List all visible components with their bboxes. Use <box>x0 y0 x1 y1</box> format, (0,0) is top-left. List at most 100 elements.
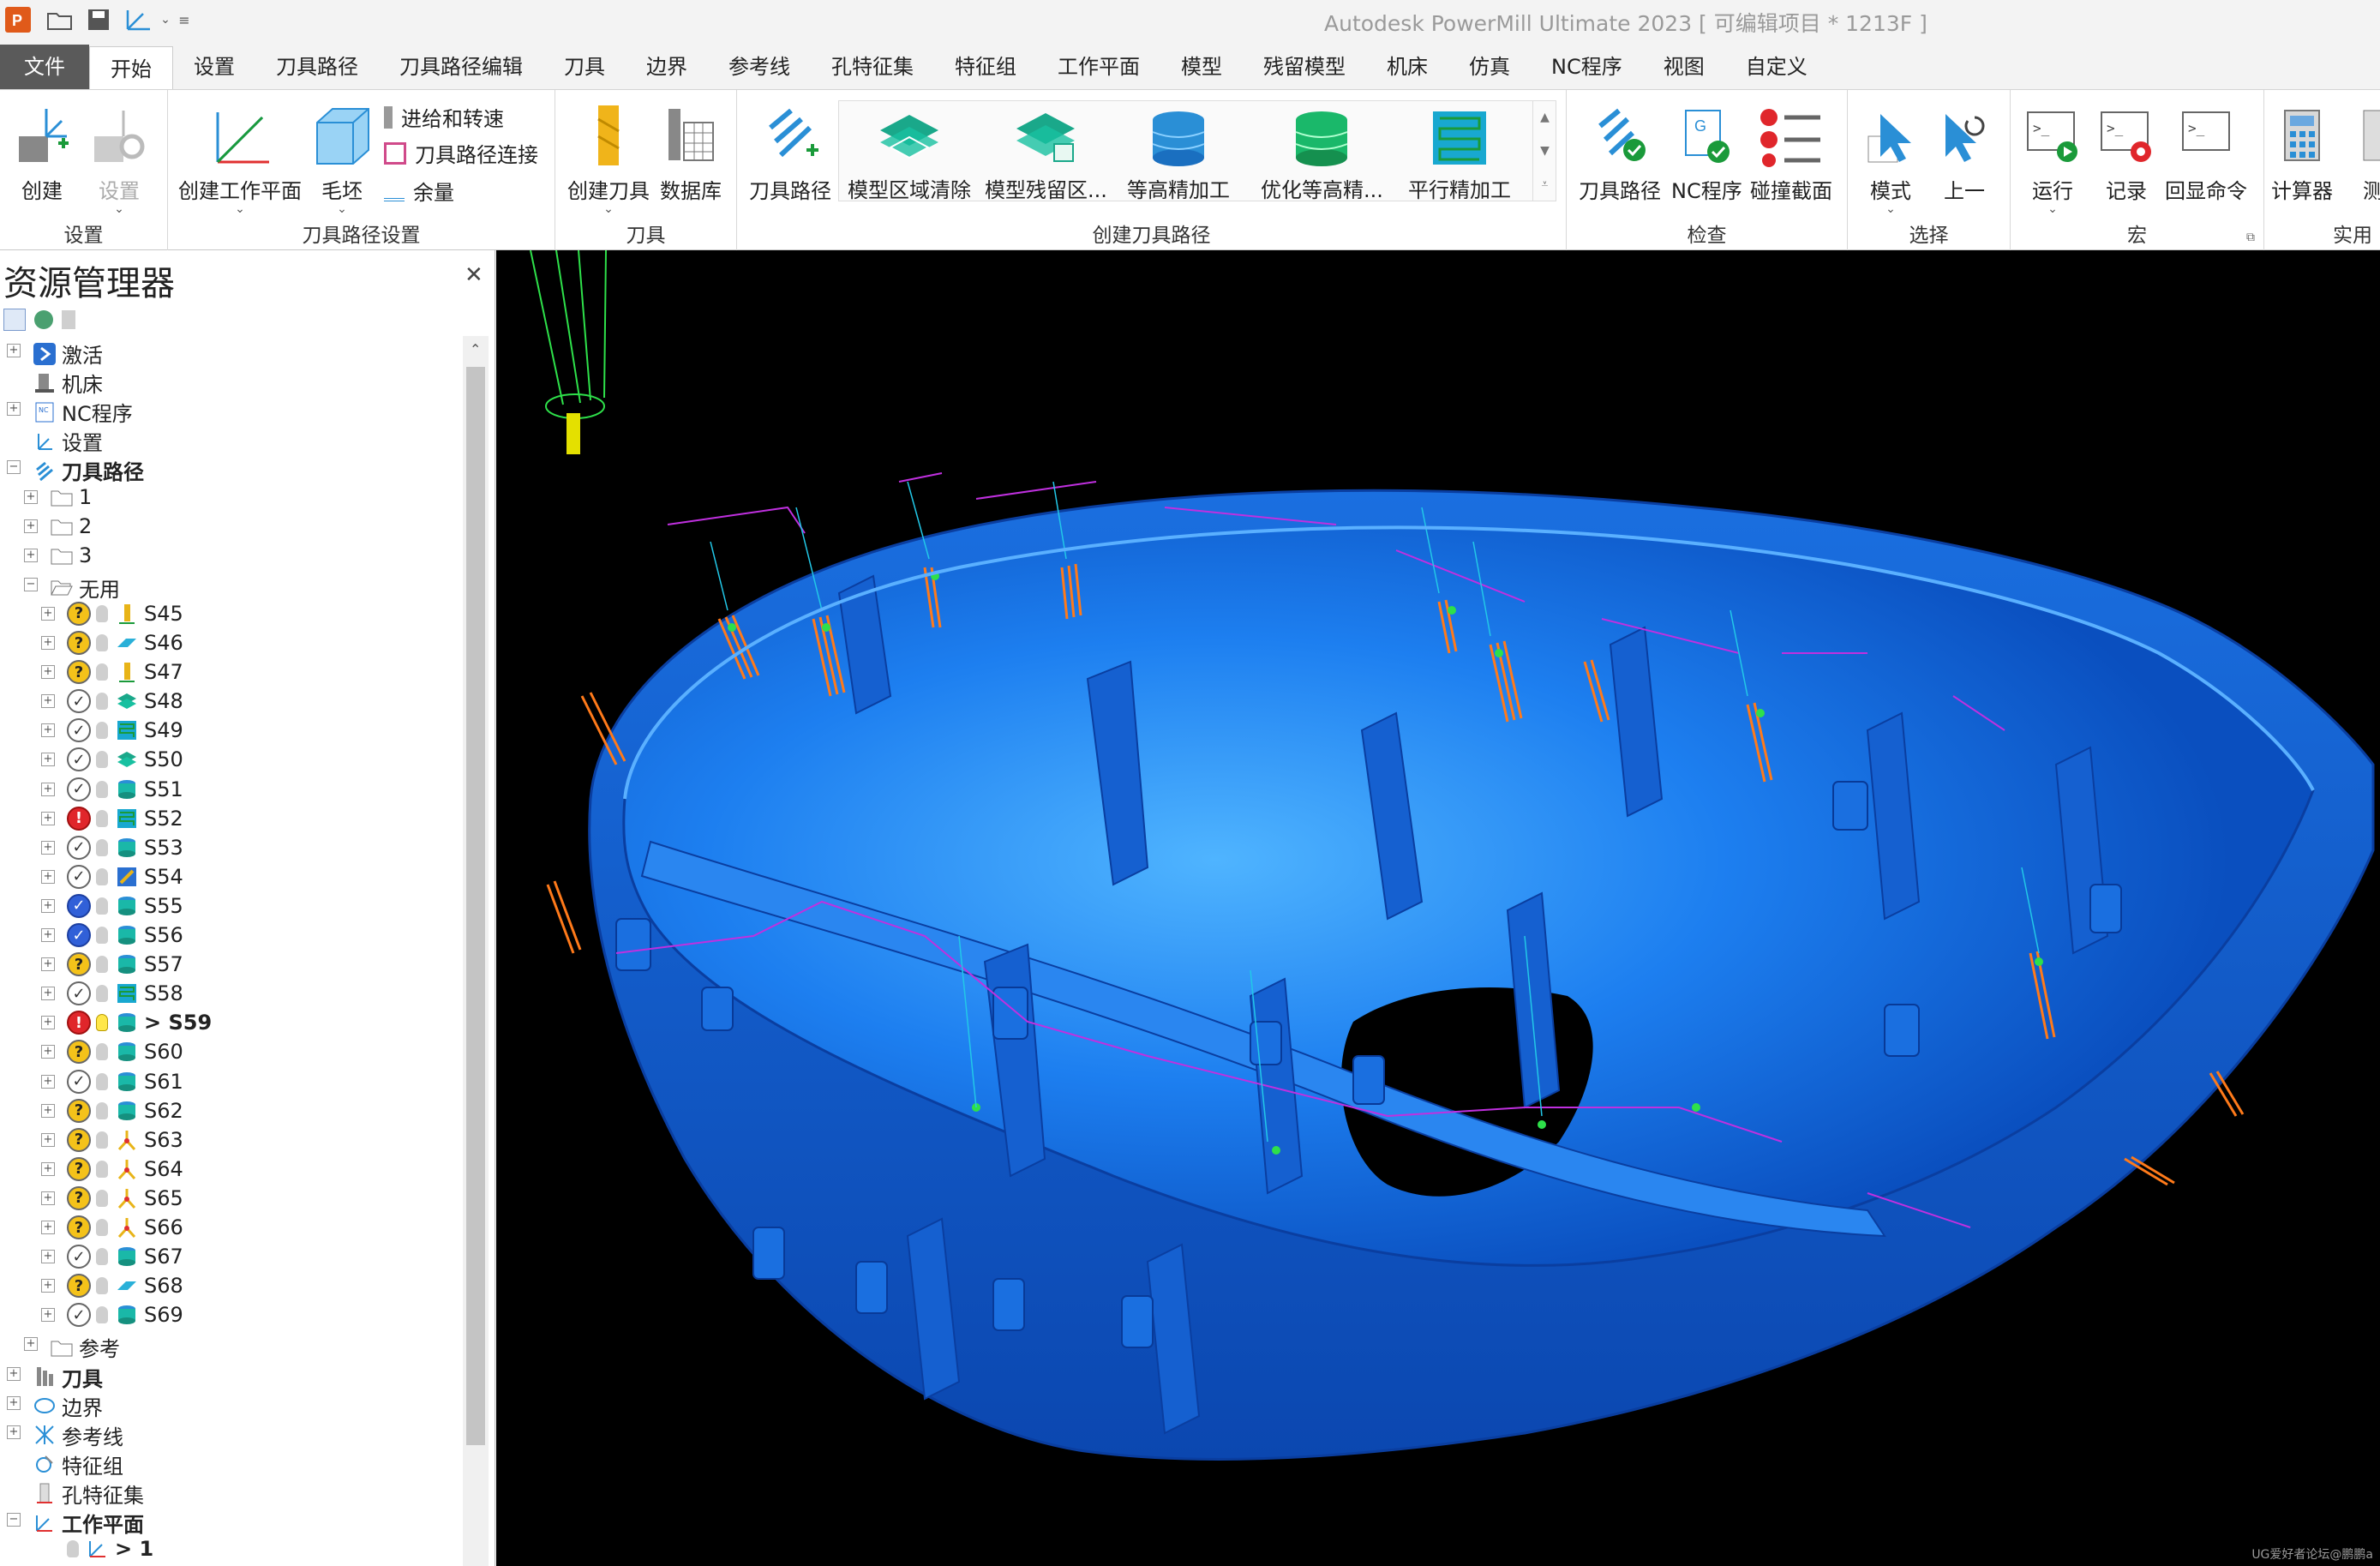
verify-nc-button[interactable]: G NC程序 <box>1671 99 1742 204</box>
tab-tool[interactable]: 刀具 <box>543 45 626 89</box>
expand-icon[interactable]: + <box>41 753 55 767</box>
gallery-more-icon[interactable]: ⩡ <box>1542 177 1549 191</box>
lightbulb-icon[interactable] <box>96 927 108 944</box>
tab-home[interactable]: 开始 <box>89 46 173 89</box>
expand-icon[interactable]: + <box>41 957 55 972</box>
lightbulb-icon[interactable] <box>96 956 108 974</box>
expand-icon[interactable]: + <box>41 1161 55 1176</box>
expand-icon[interactable]: + <box>41 665 55 680</box>
create-button[interactable]: 创建 <box>12 99 72 204</box>
expand-icon[interactable]: + <box>41 840 55 855</box>
create-tool-button[interactable]: 创建刀具 ⌄ <box>567 99 650 216</box>
lightbulb-icon[interactable] <box>96 693 108 711</box>
lightbulb-icon[interactable] <box>96 1219 108 1236</box>
lightbulb-icon[interactable] <box>96 897 108 915</box>
optimized-constant-z-button[interactable]: 优化等高精... <box>1261 105 1383 203</box>
expand-icon[interactable]: + <box>41 606 55 621</box>
tab-workplane[interactable]: 工作平面 <box>1037 45 1160 89</box>
expand-icon[interactable]: + <box>7 402 21 417</box>
tab-feature-group[interactable]: 特征组 <box>934 45 1037 89</box>
thickness-button[interactable]: 余量 <box>384 176 454 206</box>
lightbulb-icon[interactable] <box>96 1189 108 1207</box>
select-mode-button[interactable]: 模式 ⌄ <box>1863 99 1918 216</box>
expand-icon[interactable]: + <box>41 1221 55 1234</box>
lightbulb-icon[interactable] <box>96 751 108 769</box>
lightbulb-icon[interactable] <box>96 722 108 740</box>
expand-icon[interactable]: + <box>41 1103 55 1118</box>
tab-machine[interactable]: 机床 <box>1366 45 1448 89</box>
trash-icon[interactable] <box>62 310 75 329</box>
tab-simulation[interactable]: 仿真 <box>1448 45 1531 89</box>
calculator-button[interactable]: 计算器 <box>2271 99 2333 204</box>
expand-icon[interactable]: + <box>41 1279 55 1293</box>
part-model-render[interactable] <box>496 250 2380 1566</box>
model-rest-clearance-button[interactable]: 模型残留区... <box>985 105 1107 203</box>
echo-command-button[interactable]: >_ 回显命令 <box>2165 99 2247 204</box>
tab-hole-feature[interactable]: 孔特征集 <box>811 45 934 89</box>
expand-icon[interactable]: + <box>41 1045 55 1059</box>
lightbulb-icon[interactable] <box>96 1101 108 1119</box>
expand-icon[interactable]: + <box>41 1132 55 1147</box>
lightbulb-icon[interactable] <box>96 1306 108 1324</box>
lightbulb-icon[interactable] <box>96 1248 108 1266</box>
tab-pattern[interactable]: 参考线 <box>708 45 811 89</box>
lightbulb-icon[interactable] <box>96 663 108 681</box>
customize-quick-access-icon[interactable]: ≡ <box>177 7 192 33</box>
expand-icon[interactable]: + <box>24 519 38 533</box>
feeds-speeds-button[interactable]: 进给和转速 <box>384 102 504 132</box>
tab-view[interactable]: 视图 <box>1643 45 1725 89</box>
tab-customize[interactable]: 自定义 <box>1725 45 1828 89</box>
scroll-up-icon[interactable]: ⌃ <box>470 341 481 357</box>
expand-icon[interactable]: + <box>24 1337 38 1352</box>
settings-button[interactable]: 设置 ⌄ <box>89 99 149 216</box>
lightbulb-icon[interactable] <box>96 1160 108 1178</box>
measure-button[interactable]: 测 <box>2360 99 2380 204</box>
lightbulb-icon[interactable] <box>96 838 108 856</box>
lightbulb-icon[interactable] <box>96 1014 108 1032</box>
scrollbar-thumb[interactable] <box>466 367 485 1445</box>
gallery-scroll[interactable]: ▲ ▼ ⩡ <box>1532 100 1556 201</box>
database-button[interactable]: 数据库 <box>660 99 722 204</box>
lightbulb-icon[interactable] <box>96 634 108 651</box>
lightbulb-icon[interactable] <box>96 867 108 885</box>
lightbulb-icon[interactable] <box>96 1043 108 1061</box>
expand-icon[interactable]: + <box>41 811 55 825</box>
expand-icon[interactable]: + <box>41 1250 55 1264</box>
expand-icon[interactable]: + <box>41 1074 55 1089</box>
expand-icon[interactable]: + <box>24 489 38 504</box>
constant-z-finish-button[interactable]: 等高精加工 <box>1127 105 1230 203</box>
toolpath-connect-button[interactable]: 刀具路径连接 <box>384 138 538 168</box>
tab-boundary[interactable]: 边界 <box>626 45 708 89</box>
lightbulb-icon[interactable] <box>96 985 108 1003</box>
tab-file[interactable]: 文件 <box>0 45 89 89</box>
tab-toolpath[interactable]: 刀具路径 <box>255 45 379 89</box>
tab-setup[interactable]: 设置 <box>173 45 255 89</box>
expand-icon[interactable]: + <box>7 344 21 357</box>
collapse-icon[interactable]: − <box>24 577 38 591</box>
lightbulb-icon[interactable] <box>96 604 108 622</box>
expand-icon[interactable]: + <box>7 1395 21 1410</box>
scroll-up-icon[interactable]: ▲ <box>1540 111 1550 124</box>
chevron-down-icon[interactable]: ⌄ <box>158 7 173 33</box>
globe-icon[interactable] <box>34 310 53 329</box>
tab-stock-model[interactable]: 残留模型 <box>1243 45 1366 89</box>
lightbulb-icon[interactable] <box>96 780 108 798</box>
workplane-quick-icon[interactable] <box>122 7 156 33</box>
graphics-viewport[interactable]: UG爱好者论坛@鹏鹏a <box>496 250 2380 1566</box>
collapse-icon[interactable]: − <box>7 1513 21 1527</box>
lightbulb-icon[interactable] <box>67 1540 79 1558</box>
toolpath-button[interactable]: 刀具路径 <box>749 99 831 204</box>
dialog-launcher-icon[interactable]: ⧉ <box>2246 231 2255 244</box>
tree-view-icon[interactable] <box>3 309 26 331</box>
expand-icon[interactable]: + <box>24 548 38 562</box>
verify-toolpath-button[interactable]: 刀具路径 <box>1579 99 1661 204</box>
collision-section-button[interactable]: 碰撞截面 <box>1750 99 1832 204</box>
expand-icon[interactable]: + <box>41 694 55 709</box>
block-button[interactable]: 毛坯 ⌄ <box>312 99 372 216</box>
expand-icon[interactable]: + <box>7 1425 21 1439</box>
expand-icon[interactable]: + <box>41 1191 55 1205</box>
macro-run-button[interactable]: >_ 运行 ⌄ <box>2024 99 2081 216</box>
lightbulb-icon[interactable] <box>96 1131 108 1149</box>
save-icon[interactable] <box>84 7 113 33</box>
raster-finish-button[interactable]: 平行精加工 <box>1408 105 1511 203</box>
